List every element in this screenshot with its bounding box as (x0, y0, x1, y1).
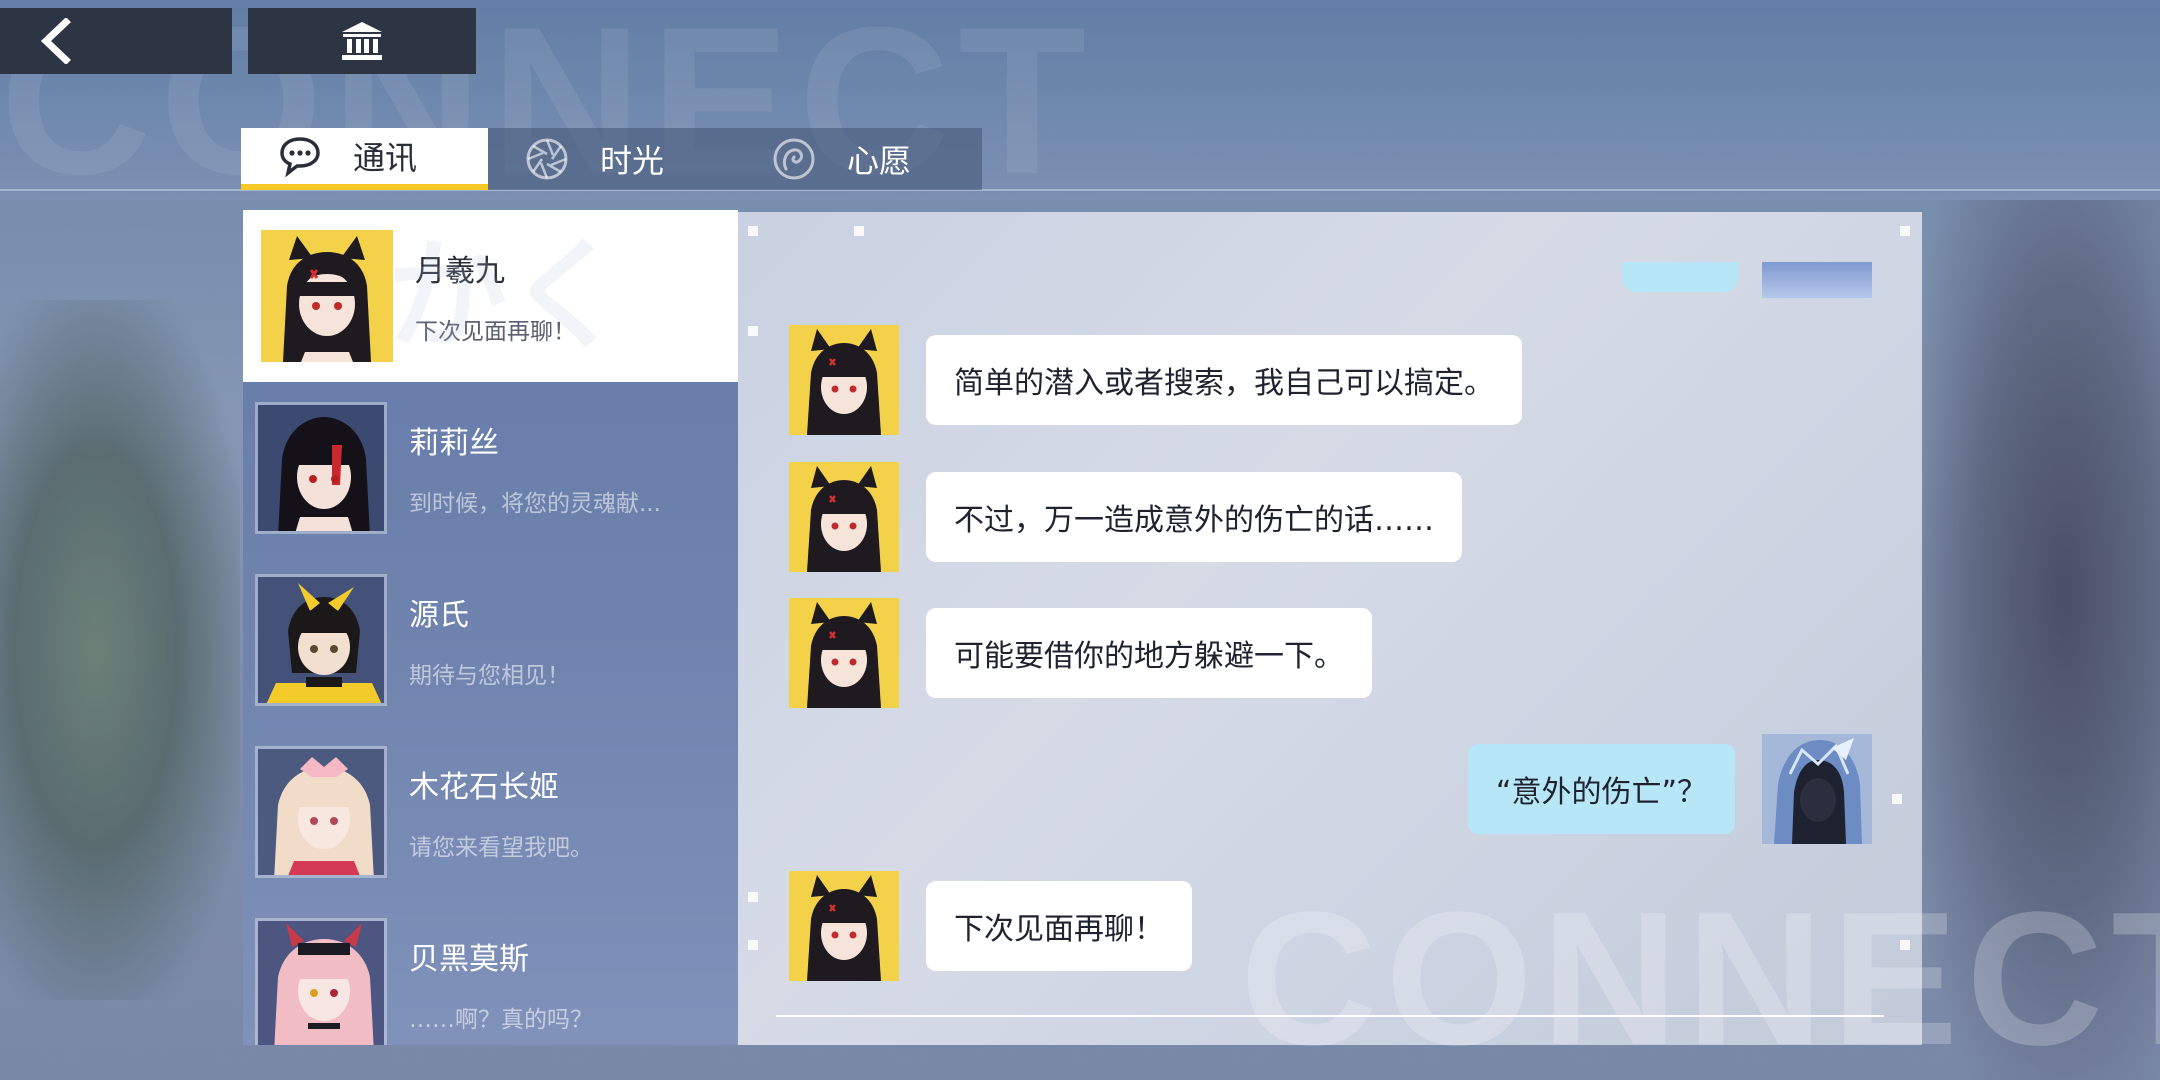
tab-label: 通讯 (353, 139, 418, 177)
message-row: 可能要借你的地方躲避一下。 (789, 598, 1372, 708)
museum-button[interactable] (248, 8, 476, 74)
tab-bar: 通讯 时光 心愿 (241, 128, 982, 190)
panel-corner-marker (748, 326, 758, 336)
contact-last-message: 期待与您相见！ (409, 663, 570, 689)
partial-player-avatar (1762, 262, 1872, 298)
contact-item[interactable]: かく 月羲九 下次见面再聊！ (243, 210, 738, 382)
aperture-icon (524, 136, 570, 182)
watermark-bottom: CONNECT (1240, 873, 2160, 1080)
sender-avatar (789, 325, 899, 435)
tab-label: 时光 (600, 142, 665, 180)
panel-corner-marker (748, 940, 758, 950)
tab-label: 心愿 (847, 142, 912, 180)
contact-name: 贝黑莫斯 (409, 942, 529, 977)
contact-watermark: かく (387, 227, 627, 366)
contact-last-message: ……啊？真的吗？ (409, 1007, 593, 1033)
partial-player-bubble (1622, 262, 1738, 292)
message-bubble: 简单的潜入或者搜索，我自己可以搞定。 (926, 335, 1522, 425)
message-row: “意外的伤亡”？ (1467, 734, 1872, 844)
tab-wish[interactable]: 心愿 (735, 128, 982, 190)
contact-last-message: 到时候，将您的灵魂献... (409, 491, 661, 517)
panel-corner-marker (854, 226, 864, 236)
background-blur-left (0, 300, 240, 1000)
contact-item[interactable]: 源氏 期待与您相见！ (243, 554, 738, 726)
contact-name: 源氏 (409, 598, 469, 633)
contact-last-message: 请您来看望我吧。 (409, 835, 593, 861)
contact-item[interactable]: 贝黑莫斯 ……啊？真的吗？ (243, 898, 738, 1045)
message-bubble: 不过，万一造成意外的伤亡的话…… (926, 472, 1462, 562)
avatar (261, 230, 393, 362)
avatar (255, 918, 387, 1045)
sender-avatar (789, 871, 899, 981)
panel-corner-marker (748, 892, 758, 902)
museum-icon (342, 22, 382, 60)
tab-time[interactable]: 时光 (488, 128, 735, 190)
avatar (255, 746, 387, 878)
sender-avatar (789, 598, 899, 708)
panel-corner-marker (1900, 226, 1910, 236)
tab-comms[interactable]: 通讯 (241, 128, 488, 190)
contact-item[interactable]: 木花石长姬 请您来看望我吧。 (243, 726, 738, 898)
avatar (255, 402, 387, 534)
message-bubble: 可能要借你的地方躲避一下。 (926, 608, 1372, 698)
wish-spiral-icon (771, 136, 817, 182)
message-row: 下次见面再聊！ (789, 871, 1192, 981)
message-bubble: 下次见面再聊！ (926, 881, 1192, 971)
avatar (255, 574, 387, 706)
panel-corner-marker (748, 226, 758, 236)
panel-corner-marker (1892, 794, 1902, 804)
contact-list[interactable]: かく 月羲九 下次见面再聊！ 莉莉丝 到时候，将您的灵魂献... 源氏 期待与您… (243, 210, 738, 1045)
message-row: 不过，万一造成意外的伤亡的话…… (789, 462, 1462, 572)
chevron-left-icon (40, 18, 71, 64)
back-button[interactable] (0, 8, 232, 74)
contact-name: 木花石长姬 (409, 770, 559, 805)
player-avatar (1762, 734, 1872, 844)
message-row: 简单的潜入或者搜索，我自己可以搞定。 (789, 325, 1522, 435)
contact-item[interactable]: 莉莉丝 到时候，将您的灵魂献... (243, 382, 738, 554)
contact-name: 莉莉丝 (409, 426, 499, 461)
message-bubble-player: “意外的伤亡”？ (1467, 744, 1735, 834)
chat-bubble-icon (277, 133, 323, 179)
sender-avatar (789, 462, 899, 572)
